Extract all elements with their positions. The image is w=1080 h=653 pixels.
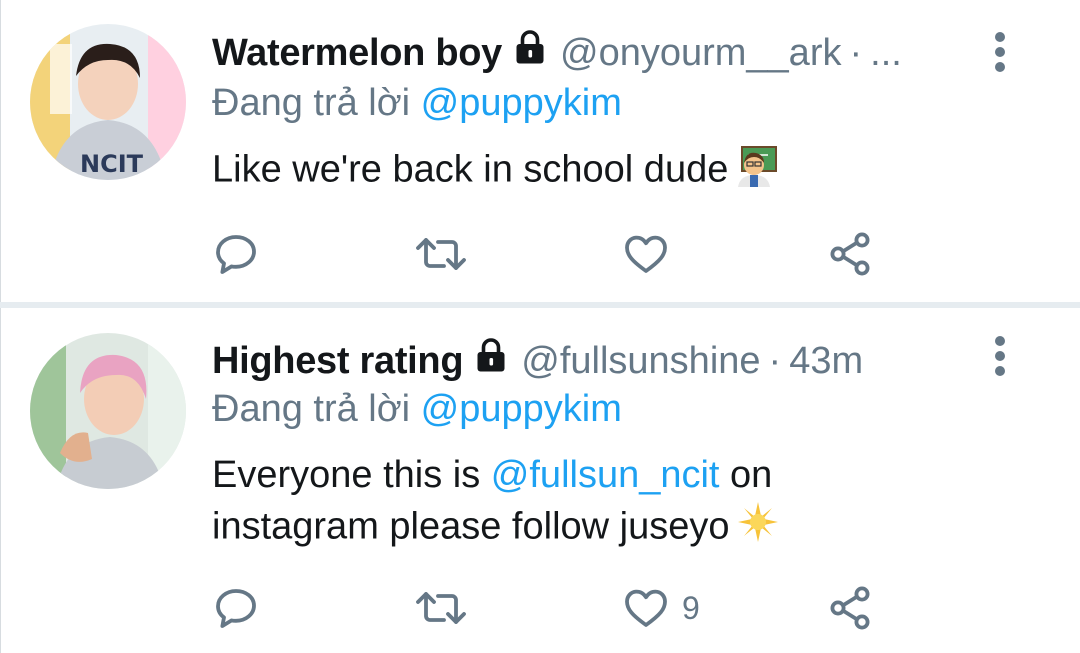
tweet-2[interactable]: Highest rating @fullsunshine · 43m Đang …: [0, 308, 1080, 653]
timestamp[interactable]: ...: [870, 29, 902, 77]
heart-icon: [622, 584, 670, 632]
replying-to: Đang trả lời @puppykim: [212, 79, 622, 127]
tweet-text-part: on: [719, 454, 773, 496]
more-vertical-icon[interactable]: [990, 32, 1010, 72]
tweet-1[interactable]: NCIT Watermelon boy @onyourm__ark · ... …: [0, 0, 1080, 302]
lock-icon: [512, 29, 548, 77]
avatar[interactable]: NCIT: [30, 24, 186, 180]
retweet-button[interactable]: [412, 578, 470, 638]
share-icon: [826, 584, 874, 632]
replying-to: Đang trả lời @puppykim: [212, 385, 622, 433]
tweet-header: Watermelon boy @onyourm__ark · ...: [212, 29, 902, 77]
reply-prefix: Đang trả lời: [212, 388, 411, 430]
reply-icon: [212, 584, 260, 632]
tweet-text: Everyone this is @fullsun_ncit on instag…: [212, 450, 780, 557]
handle[interactable]: @fullsunshine: [521, 337, 760, 385]
share-button[interactable]: [826, 578, 874, 638]
reply-icon: [212, 230, 260, 278]
reply-mention-link[interactable]: @puppykim: [421, 82, 622, 124]
tweet-header: Highest rating @fullsunshine · 43m: [212, 337, 863, 385]
tweet-actions: 9: [0, 578, 1080, 638]
like-button[interactable]: [622, 224, 682, 284]
retweet-icon: [412, 584, 470, 632]
display-name[interactable]: Highest rating: [212, 337, 464, 385]
lock-icon: [473, 337, 509, 385]
sun-emoji: [736, 500, 780, 557]
reply-mention-link[interactable]: @puppykim: [421, 388, 622, 430]
timestamp[interactable]: 43m: [789, 337, 863, 385]
retweet-icon: [412, 230, 470, 278]
tweet-text-part: instagram please follow juseyo: [212, 505, 730, 548]
share-button[interactable]: [826, 224, 874, 284]
reply-button[interactable]: [212, 578, 260, 638]
tweet-text-part: Everyone this is: [212, 454, 491, 496]
retweet-button[interactable]: [412, 224, 470, 284]
share-icon: [826, 230, 874, 278]
heart-icon: [622, 230, 670, 278]
tweet-actions: [0, 224, 1080, 284]
svg-text:NCIT: NCIT: [80, 150, 144, 178]
tweet-text-part: Like we're back in school dude: [212, 148, 729, 191]
like-button[interactable]: 9: [622, 578, 700, 638]
tweet-text: Like we're back in school dude: [212, 143, 778, 200]
display-name[interactable]: Watermelon boy: [212, 29, 502, 77]
separator: ·: [768, 340, 782, 382]
reply-prefix: Đang trả lời: [212, 82, 411, 124]
separator: ·: [849, 32, 863, 74]
teacher-emoji: [734, 143, 778, 200]
tweet-text-line-1: Everyone this is @fullsun_ncit on: [212, 450, 780, 500]
more-vertical-icon[interactable]: [990, 336, 1010, 376]
reply-button[interactable]: [212, 224, 260, 284]
tweet-text-line-2: instagram please follow juseyo: [212, 500, 780, 557]
avatar[interactable]: [30, 333, 186, 489]
like-count: 9: [682, 589, 700, 626]
text-mention-link[interactable]: @fullsun_ncit: [491, 454, 720, 496]
handle[interactable]: @onyourm__ark: [560, 29, 841, 77]
